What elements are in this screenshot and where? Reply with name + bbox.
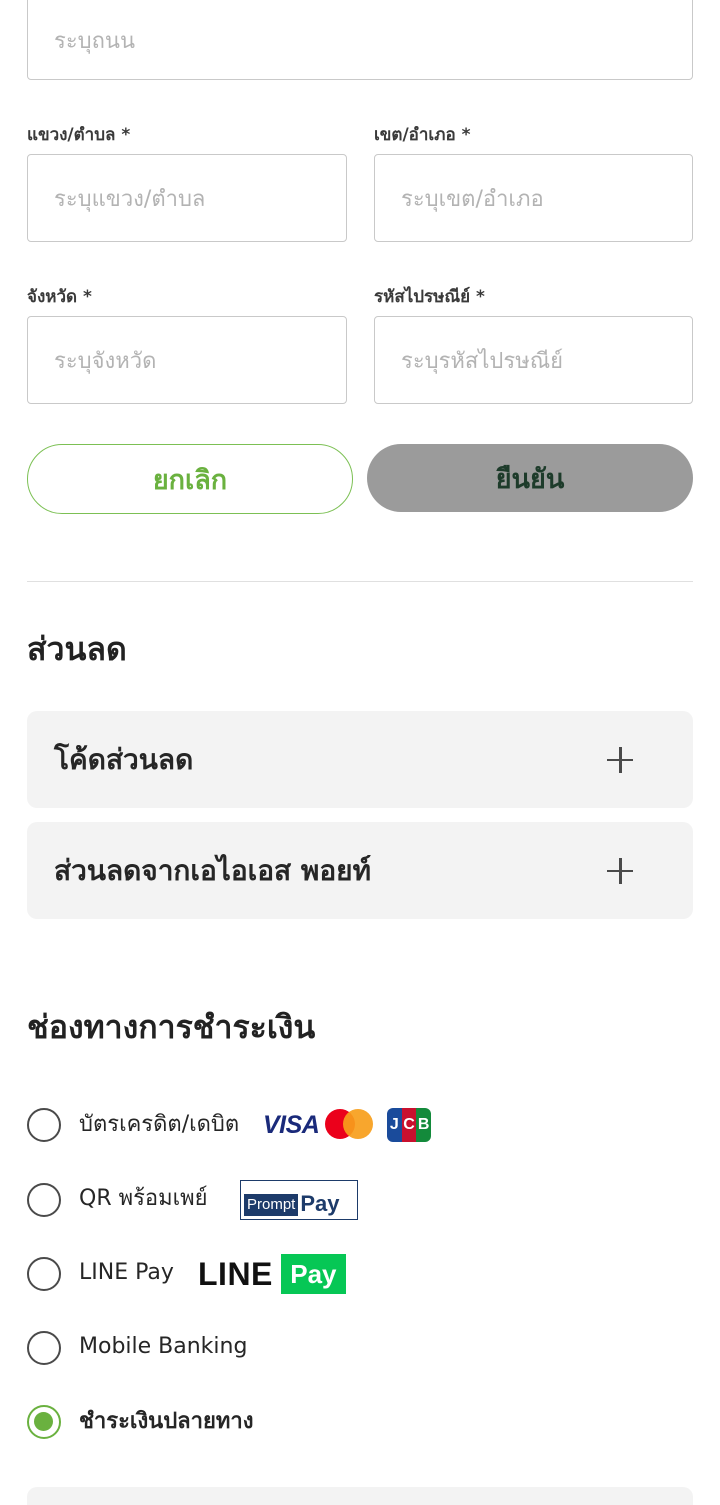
discount-code-label: โค้ดส่วนลด	[54, 742, 194, 776]
subdistrict-label: แขวง/ตำบล *	[27, 125, 131, 145]
line-pay-logo-icon: LINE Pay	[198, 1254, 346, 1294]
payment-label-cash-on-delivery[interactable]: ชำระเงินปลายทาง	[79, 1403, 254, 1437]
plus-icon[interactable]	[607, 746, 633, 773]
radio-mobile-banking[interactable]	[27, 1331, 61, 1365]
payment-section-title: ช่องทางการชำระเงิน	[27, 1008, 316, 1046]
jcb-letter: C	[401, 1108, 417, 1142]
line-logo-word: LINE	[198, 1255, 273, 1292]
payment-detail-panel	[27, 1487, 693, 1505]
district-label: เขต/อำเภอ *	[374, 125, 471, 145]
promptpay-logo-text: Prompt	[244, 1194, 299, 1216]
payment-label-qr-promptpay[interactable]: QR พร้อมเพย์	[79, 1180, 208, 1214]
subdistrict-input[interactable]: ระบุแขวง/ตำบล	[27, 154, 347, 242]
street-input[interactable]: ระบุถนน	[27, 0, 693, 80]
postcode-label: รหัสไปรษณีย์ *	[374, 287, 485, 307]
province-input[interactable]: ระบุจังหวัด	[27, 316, 347, 404]
mastercard-logo-icon	[325, 1109, 373, 1139]
ais-points-label: ส่วนลดจากเอไอเอส พอยท์	[54, 853, 372, 887]
radio-qr-promptpay[interactable]	[27, 1183, 61, 1217]
province-label: จังหวัด *	[27, 287, 92, 307]
payment-label-mobile-banking[interactable]: Mobile Banking	[79, 1329, 247, 1363]
discount-code-accordion[interactable]: โค้ดส่วนลด	[27, 711, 693, 808]
radio-cash-on-delivery[interactable]	[27, 1405, 61, 1439]
radio-credit-card[interactable]	[27, 1108, 61, 1142]
jcb-letter: J	[387, 1108, 402, 1142]
discount-section-title: ส่วนลด	[27, 630, 127, 668]
confirm-button[interactable]: ยืนยัน	[367, 444, 693, 512]
line-pay-box: Pay	[280, 1254, 346, 1294]
jcb-letter: B	[416, 1108, 432, 1142]
visa-logo-icon: VISA	[263, 1111, 320, 1139]
jcb-logo-icon: J C B	[387, 1108, 432, 1142]
section-divider	[27, 581, 693, 582]
promptpay-logo-text: Pay	[300, 1191, 340, 1216]
payment-label-credit-card[interactable]: บัตรเครดิต/เดบิต	[79, 1106, 239, 1140]
postcode-input[interactable]: ระบุรหัสไปรษณีย์	[374, 316, 693, 404]
plus-icon[interactable]	[607, 857, 633, 884]
ais-points-accordion[interactable]: ส่วนลดจากเอไอเอส พอยท์	[27, 822, 693, 919]
promptpay-logo-icon: Prompt Pay	[240, 1180, 358, 1220]
cancel-button[interactable]: ยกเลิก	[27, 444, 353, 514]
radio-line-pay[interactable]	[27, 1257, 61, 1291]
payment-label-line-pay[interactable]: LINE Pay	[79, 1255, 174, 1289]
district-input[interactable]: ระบุเขต/อำเภอ	[374, 154, 693, 242]
